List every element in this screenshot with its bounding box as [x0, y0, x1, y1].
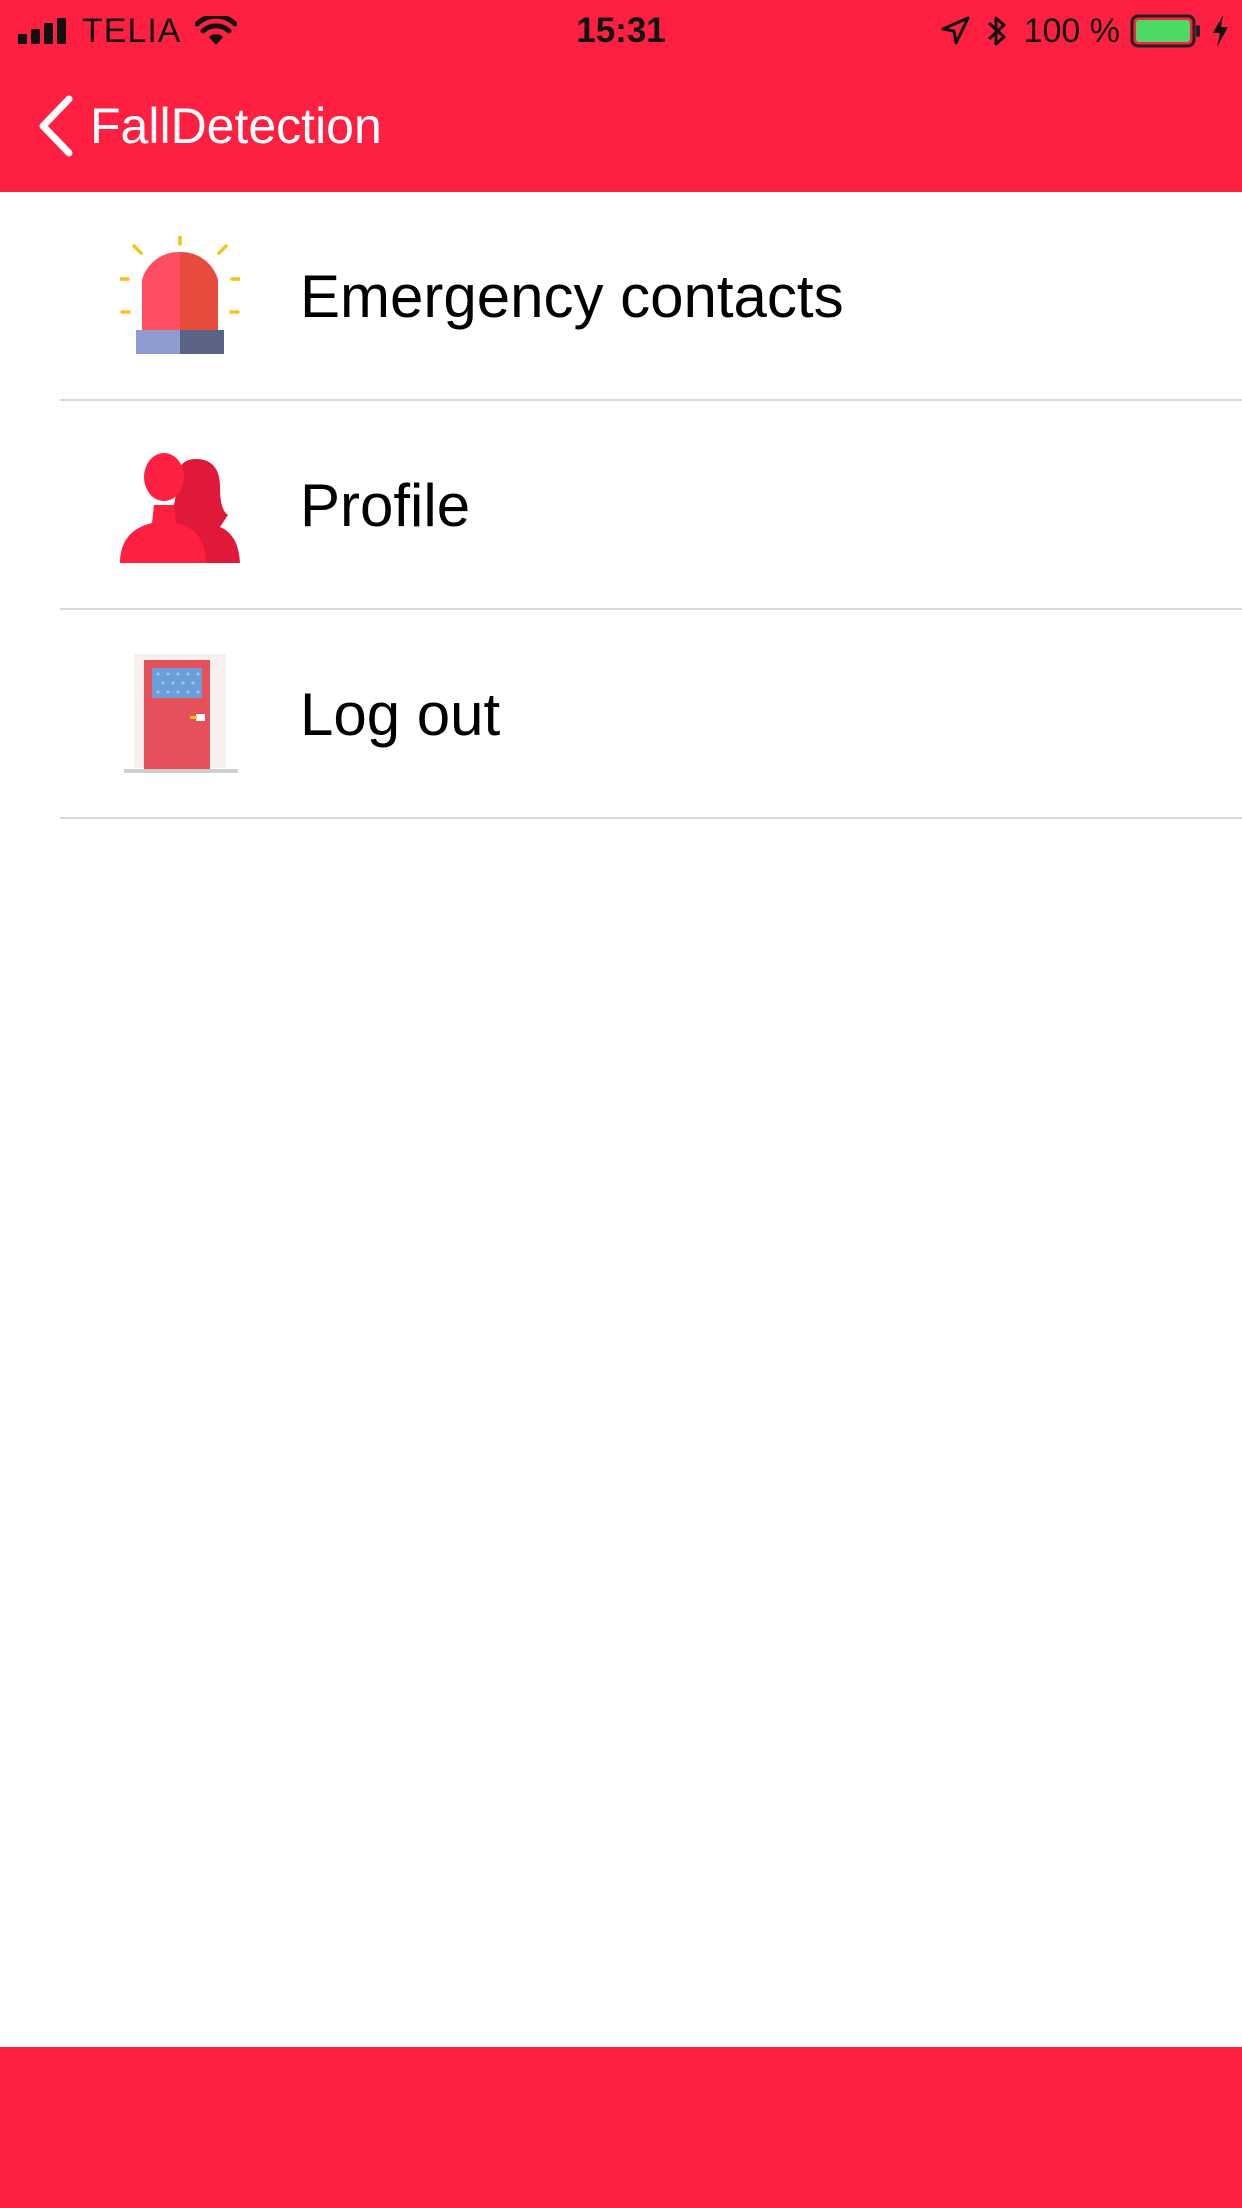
menu-item-profile[interactable]: Profile	[0, 401, 1242, 610]
menu-item-label: Profile	[300, 472, 471, 539]
status-bar: TELIA 15:31 100 %	[0, 0, 1242, 62]
bottom-bar	[0, 2047, 1242, 2208]
charging-bolt-icon	[1213, 15, 1228, 47]
battery-icon	[1130, 14, 1200, 48]
siren-icon	[118, 234, 242, 356]
chevron-left-icon	[39, 95, 73, 157]
back-button[interactable]: FallDetection	[36, 94, 382, 158]
menu-item-emergency-contacts[interactable]: Emergency contacts	[0, 192, 1242, 401]
battery-percentage: 100 %	[1023, 11, 1120, 50]
door-icon	[120, 654, 240, 774]
divider	[60, 817, 1242, 819]
location-arrow-icon	[941, 16, 970, 45]
status-right-group: 100 %	[940, 0, 1230, 62]
navigation-bar: FallDetection	[0, 62, 1242, 192]
menu-item-log-out[interactable]: Log out	[0, 610, 1242, 819]
back-button-label: FallDetection	[90, 98, 382, 154]
menu-item-label: Log out	[300, 681, 501, 748]
users-icon	[120, 445, 240, 565]
settings-menu: Emergency contacts Profile Log out	[0, 192, 1242, 819]
menu-item-label: Emergency contacts	[300, 263, 844, 330]
bluetooth-icon	[987, 16, 1006, 46]
